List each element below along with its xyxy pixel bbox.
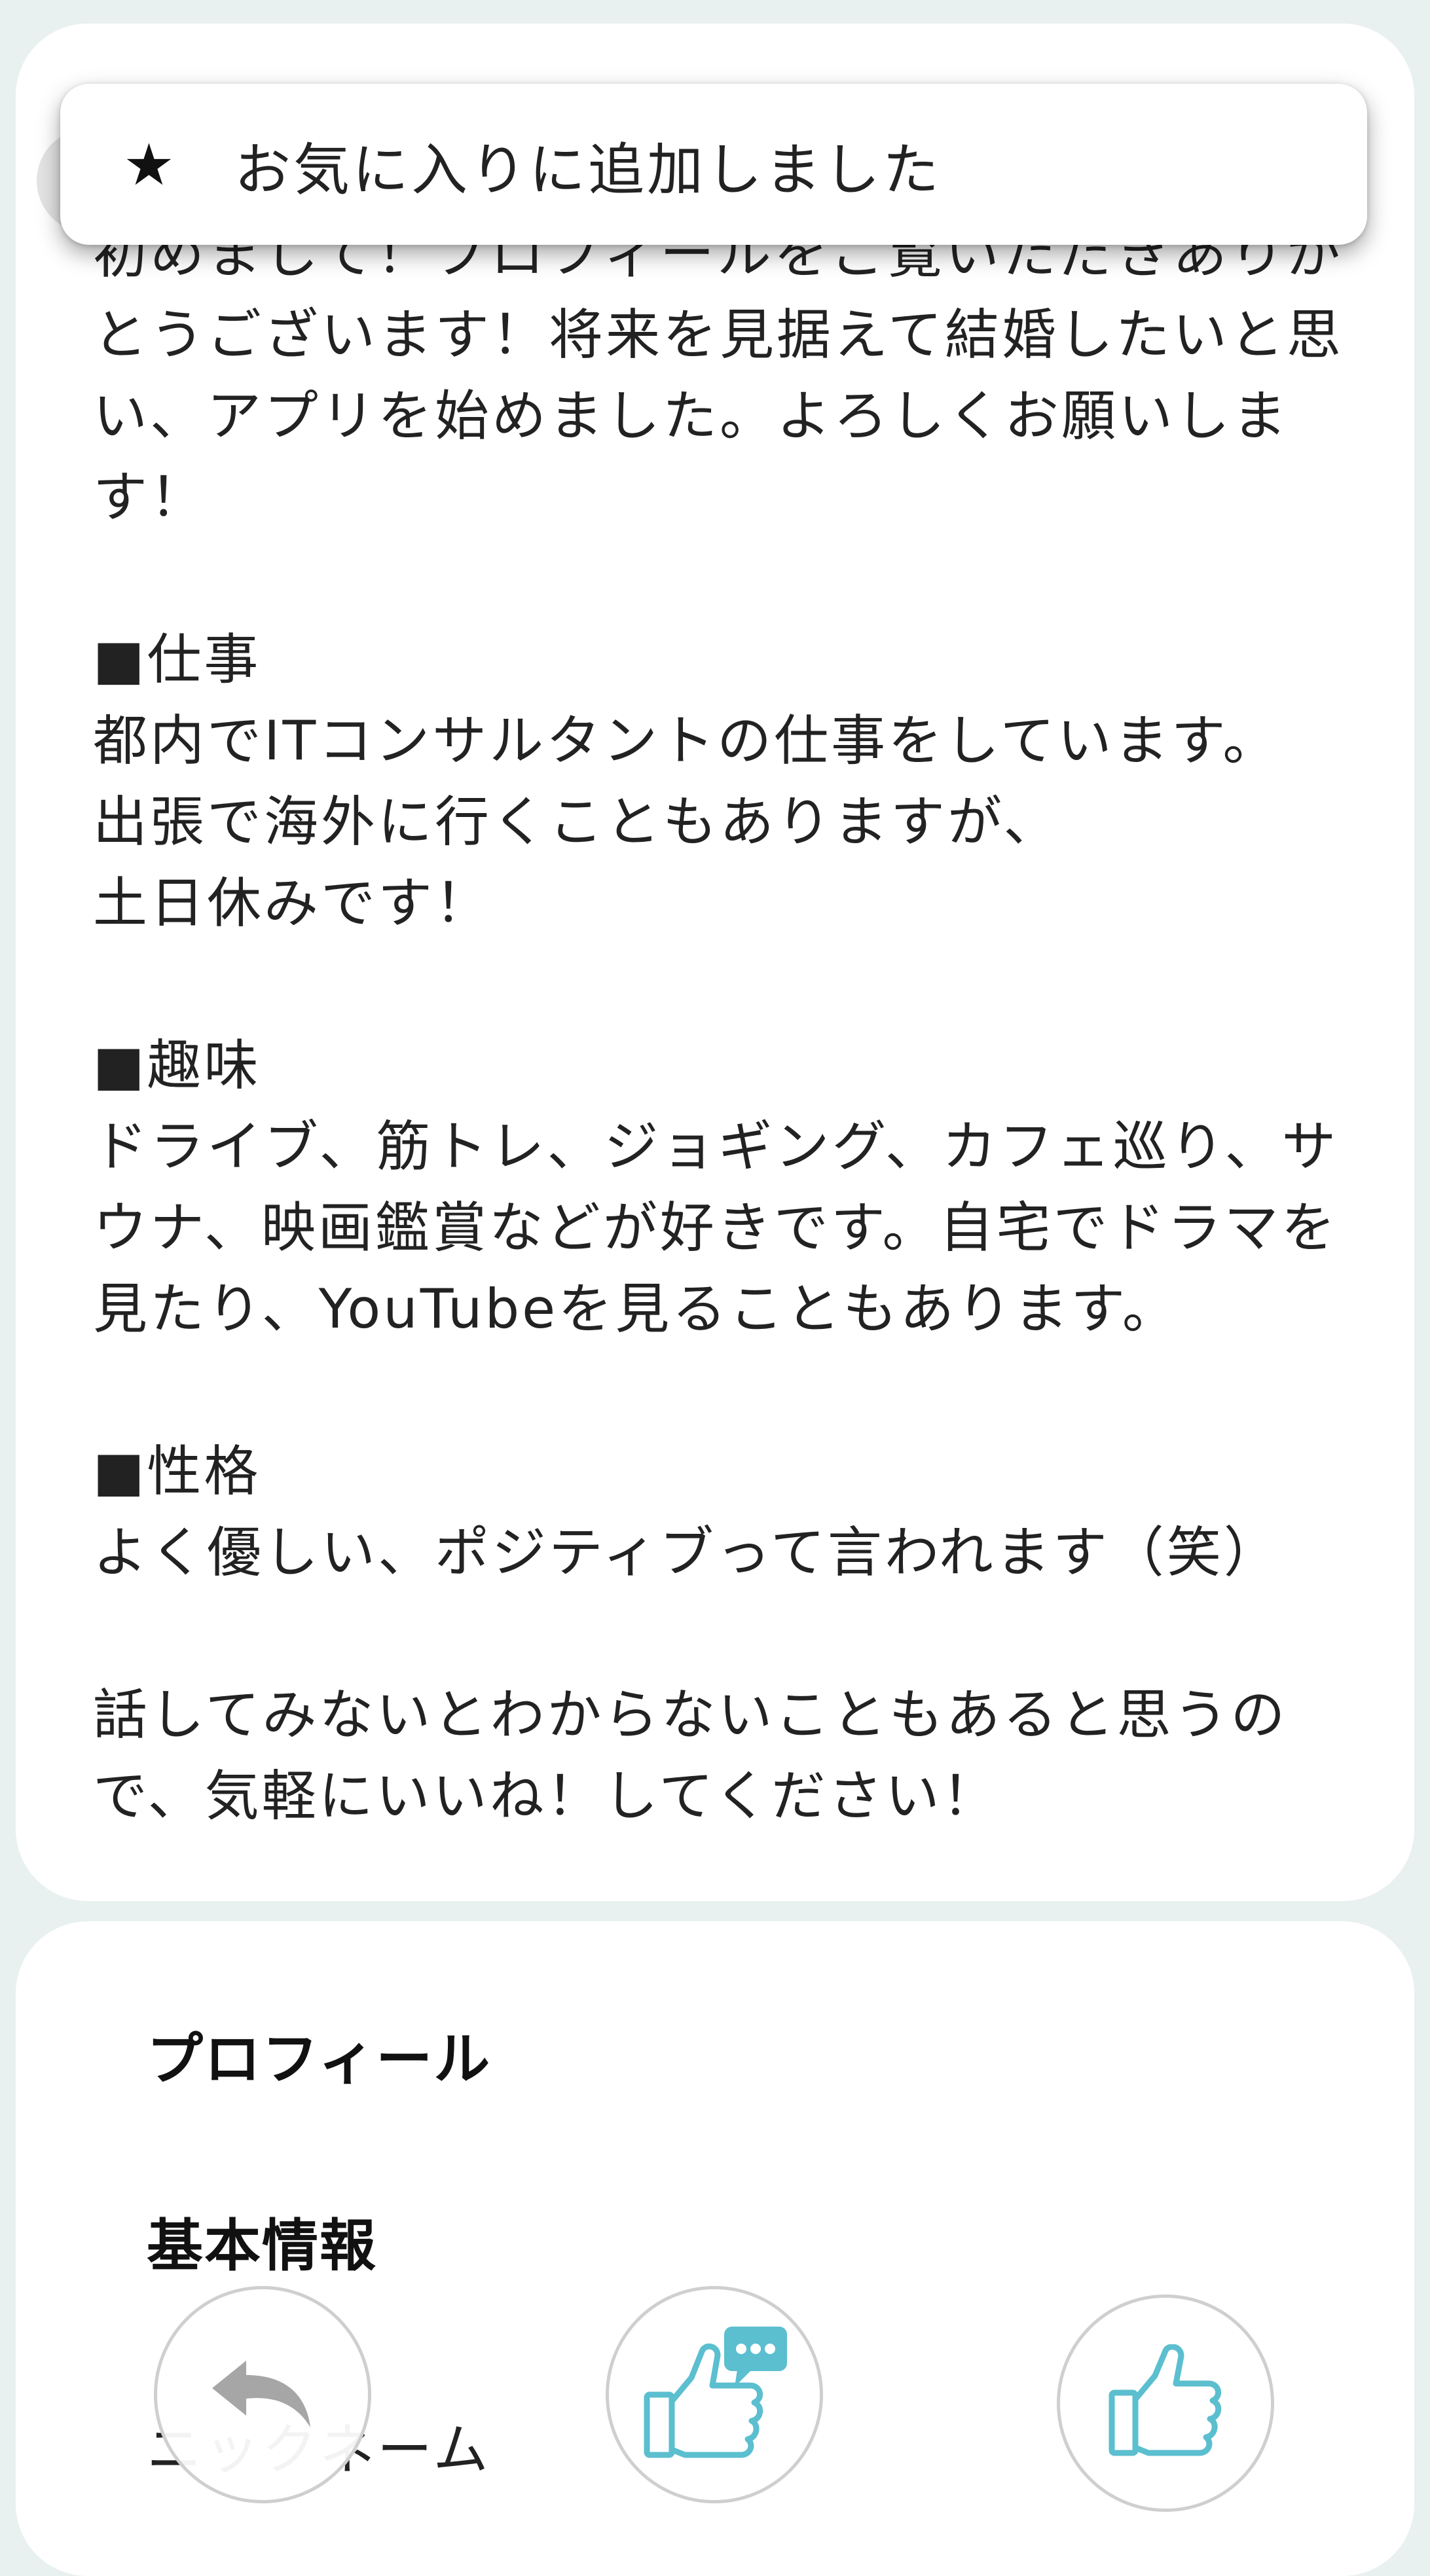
star-icon: ★	[123, 130, 175, 198]
intro-hobbies: ■趣味 ドライブ、筋トレ、ジョギング、カフェ巡り、サウナ、映画鑑賞などが好きです…	[93, 1034, 1339, 1341]
intro-closing: 話してみないとわからないこともあると思うので、気軽にいいね！してください！	[93, 1683, 1288, 1828]
like-with-message-button[interactable]	[606, 2286, 823, 2503]
profile-section-title: プロフィール	[147, 2027, 492, 2092]
undo-arrow-icon	[212, 2361, 310, 2427]
favorite-added-toast: ★ お気に入りに追加しました	[60, 84, 1367, 245]
toast-message: お気に入りに追加しました	[234, 137, 942, 203]
intro-greeting: 初めまして！プロフィールをご覧いただきありがとうございます！将来を見据えて結婚し…	[93, 222, 1344, 529]
intro-personality: ■性格 よく優しい、ポジティブって言われます（笑）	[93, 1440, 1281, 1584]
self-introduction-card: 初めまして！プロフィールをご覧いただきありがとうございます！将来を見据えて結婚し…	[16, 24, 1414, 1901]
back-button[interactable]	[154, 2286, 371, 2503]
basic-info-title: 基本情報	[147, 2213, 377, 2279]
self-introduction-text: 初めまして！プロフィールをご覧いただきありがとうございます！将来を見据えて結婚し…	[93, 213, 1363, 1837]
thumbs-up-message-icon	[644, 2327, 787, 2458]
thumbs-up-icon	[1109, 2344, 1222, 2456]
intro-work: ■仕事 都内でITコンサルタントの仕事をしています。 出張で海外に行くこともあり…	[93, 628, 1280, 935]
like-button[interactable]	[1057, 2295, 1274, 2512]
